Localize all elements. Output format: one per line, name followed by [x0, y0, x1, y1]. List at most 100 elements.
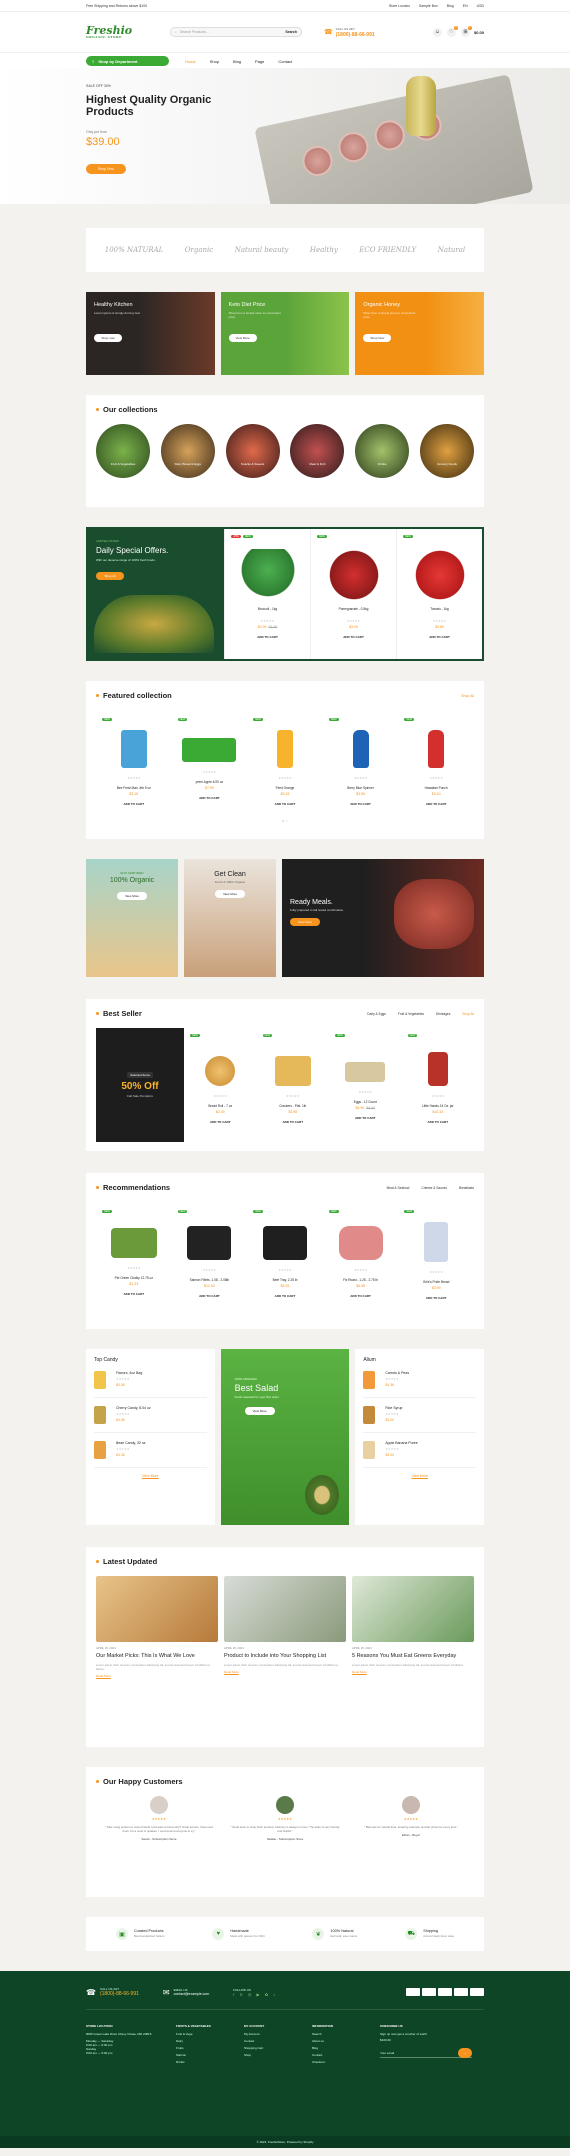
product-card[interactable]: NEW ★★★★★ Little Hands 24 Oz. jar $10.33 ADD…: [402, 1028, 475, 1142]
product-name[interactable]: Grils's Pride Bread: [402, 1280, 470, 1284]
product-name[interactable]: Apple Banana Puree: [385, 1441, 417, 1445]
product-card[interactable]: NEW Tomato - 1kg ★★★★★ $3.89 ADD TO CART: [396, 529, 482, 659]
search-button[interactable]: Search: [285, 30, 297, 34]
product-image[interactable]: [338, 1226, 383, 1260]
product-image[interactable]: [352, 730, 369, 768]
add-to-cart-button[interactable]: ADD TO CART: [327, 1294, 395, 1298]
best-seller-banner[interactable]: Selected Items 50% Off Fall Sale Pumpkin…: [96, 1028, 184, 1142]
topbar-link-blog[interactable]: Blog: [447, 4, 454, 8]
product-card[interactable]: NEW ★★★★★ Beef Tray, 2.25 lb $9.93 ADD TO CA…: [247, 1204, 323, 1306]
list-item[interactable]: Cherry Candy, 8.04 oz ★★★★★ $4.36: [94, 1406, 207, 1433]
list-item[interactable]: Apple Banana Puree ★★★★★ $3.00: [363, 1441, 477, 1468]
product-thumb[interactable]: [94, 1406, 106, 1424]
cart-icon[interactable]: ⊞ 0: [460, 25, 472, 37]
tab-meat-seafood[interactable]: Meat & Seafood: [387, 1186, 410, 1190]
phone-number[interactable]: (1800)-88-66-991: [336, 32, 375, 38]
search-bar[interactable]: ⌕ Search Products... Search: [170, 27, 302, 37]
banner-healthy-kitchen[interactable]: Healthy Kitchen Lorem ipsum is simply du…: [86, 292, 215, 375]
product-image[interactable]: [110, 1228, 157, 1258]
product-image[interactable]: [428, 730, 445, 768]
add-to-cart-button[interactable]: ADD TO CART: [402, 802, 470, 806]
banner-button[interactable]: View More: [228, 334, 257, 342]
product-name[interactable]: Crackers - Plat. 1lb: [261, 1104, 326, 1108]
nav-home[interactable]: Home: [185, 59, 196, 64]
view-more-link[interactable]: View More: [363, 1474, 476, 1478]
list-item[interactable]: Rice Syrup ★★★★★ $3.00: [363, 1406, 477, 1433]
read-more-link[interactable]: Read More: [352, 1670, 474, 1674]
product-name[interactable]: Little Hands 24 Oz. jar: [406, 1104, 471, 1108]
search-input[interactable]: Search Products...: [180, 30, 209, 34]
product-image[interactable]: [427, 1052, 448, 1086]
product-name[interactable]: Bean Candy, 32 oz: [116, 1441, 146, 1445]
collection-grocery-foods[interactable]: Grocery Foods: [419, 424, 474, 478]
list-item[interactable]: Bean Candy, 32 oz ★★★★★ $4.36: [94, 1441, 207, 1468]
hero-shop-button[interactable]: Shop Now: [86, 164, 126, 174]
tab-shop-all[interactable]: Shop All: [462, 1012, 474, 1016]
product-card[interactable]: NEW ★★★★★ Bee Fresh Ban Jeb 5 oz $3.18 ADD T…: [96, 712, 172, 812]
product-card[interactable]: NEW ★★★★★ Hawaiian Punch $3.40 ADD TO CART: [398, 712, 474, 812]
nav-page[interactable]: Page: [255, 59, 264, 64]
topbar-link-sample-box[interactable]: Sample Box: [419, 4, 438, 8]
footer-phone[interactable]: (1800)-88-66-991: [100, 1991, 139, 1997]
product-card[interactable]: NEW ★★★★★ prem Apple 4/20 oz $7.99 ADD TO CA…: [172, 712, 248, 812]
add-to-cart-button[interactable]: ADD TO CART: [327, 802, 395, 806]
product-image[interactable]: [120, 730, 147, 768]
product-name[interactable]: Berry Blue Spinner: [327, 786, 395, 790]
subscribe-input[interactable]: Your email: [380, 2051, 458, 2055]
product-card[interactable]: NEW Pomegranate - 0.5kg ★★★★★ $3.00 ADD …: [310, 529, 396, 659]
promo-get-clean[interactable]: Get Clean Fresh & 100% Organic View More: [184, 859, 276, 977]
list-item[interactable]: Flavors, 4oz Bag ★★★★★ $4.36: [94, 1371, 207, 1398]
promo-button[interactable]: View More: [215, 890, 245, 898]
currency-selector[interactable]: USD: [477, 4, 484, 8]
collection-drinks[interactable]: Drinks: [355, 424, 410, 478]
shop-by-department-button[interactable]: ≡ Shop by Department: [86, 56, 169, 66]
footer-link[interactable]: Drinks: [176, 2060, 244, 2064]
promo-ready-meals[interactable]: Ready Meals. Fully prepared to fall test…: [282, 859, 484, 977]
footer-link[interactable]: Fruits: [176, 2046, 244, 2050]
footer-link[interactable]: Search: [312, 2032, 380, 2036]
tab-drinkages[interactable]: Drinkages: [436, 1012, 450, 1016]
banner-organic-honey[interactable]: Organic Honey Shop from a simple store t…: [355, 292, 485, 375]
product-thumb[interactable]: [94, 1441, 106, 1459]
add-to-cart-button[interactable]: ADD TO CART: [405, 635, 474, 639]
add-to-cart-button[interactable]: ADD TO CART: [251, 802, 319, 806]
product-image[interactable]: [205, 1056, 236, 1086]
blog-image[interactable]: [224, 1576, 346, 1642]
product-card[interactable]: NEW ★★★★★ Fix Roast - 1.25 - 2.75 lb $6.98 A…: [323, 1204, 399, 1306]
product-name[interactable]: Salmon Fillets, 1.08 - 2.08lb: [176, 1278, 244, 1282]
product-name[interactable]: Carrots & Peas: [385, 1371, 409, 1375]
product-name[interactable]: Beef Tray, 2.25 lb: [251, 1278, 319, 1282]
add-to-cart-button[interactable]: ADD TO CART: [100, 802, 168, 806]
product-thumb[interactable]: [94, 1371, 106, 1389]
product-card[interactable]: NEW ★★★★★ Pet Green Chalky 12.75 oz $1.33 AD…: [96, 1204, 172, 1306]
read-more-link[interactable]: Read More: [96, 1674, 218, 1678]
product-name[interactable]: Flent Orange: [251, 786, 319, 790]
product-card[interactable]: NEW ★★★★★ Salmon Fillets, 1.08 - 2.08lb $12…: [172, 1204, 248, 1306]
social-icons[interactable]: f ✕ ◎ ▶ ✿ ♪: [233, 1992, 277, 1997]
list-item[interactable]: Carrots & Peas ★★★★★ $4.36: [363, 1371, 477, 1398]
nav-shop[interactable]: Shop: [210, 59, 219, 64]
product-thumb[interactable]: [363, 1371, 376, 1389]
add-to-cart-button[interactable]: ADD TO CART: [251, 1294, 319, 1298]
footer-link[interactable]: Checkout: [312, 2060, 380, 2064]
footer-link[interactable]: Fruit & Vege: [176, 2032, 244, 2036]
cart-total[interactable]: $0.00: [474, 30, 484, 35]
account-icon[interactable]: ☺: [432, 27, 442, 37]
banner-keto-diet[interactable]: Keto Diet Price Shop from a simple store…: [220, 292, 350, 375]
nav-blog[interactable]: Blog: [233, 59, 241, 64]
blog-image[interactable]: [96, 1576, 218, 1642]
subscribe-button[interactable]: →: [458, 2047, 472, 2058]
read-more-link[interactable]: Read More: [224, 1670, 346, 1674]
product-card[interactable]: NEW ★★★★★ Flent Orange $3.43 ADD TO CART: [247, 712, 323, 812]
footer-email[interactable]: contact@example.com: [174, 1992, 210, 1996]
product-thumb[interactable]: [363, 1441, 376, 1459]
product-image[interactable]: [323, 549, 384, 601]
topbar-link-store-locator[interactable]: Store Locator: [389, 4, 410, 8]
tab-fruit-vegetables[interactable]: Fruit & Vegetables: [398, 1012, 424, 1016]
view-more-link[interactable]: View More: [94, 1474, 207, 1478]
product-card[interactable]: NEW ★★★★★ Crackers - Plat. 1lb $3.98 ADD TO …: [257, 1028, 330, 1142]
product-image[interactable]: [237, 549, 298, 601]
add-to-cart-button[interactable]: ADD TO CART: [333, 1116, 398, 1120]
product-image[interactable]: [182, 738, 237, 762]
add-to-cart-button[interactable]: ADD TO CART: [188, 1120, 253, 1124]
